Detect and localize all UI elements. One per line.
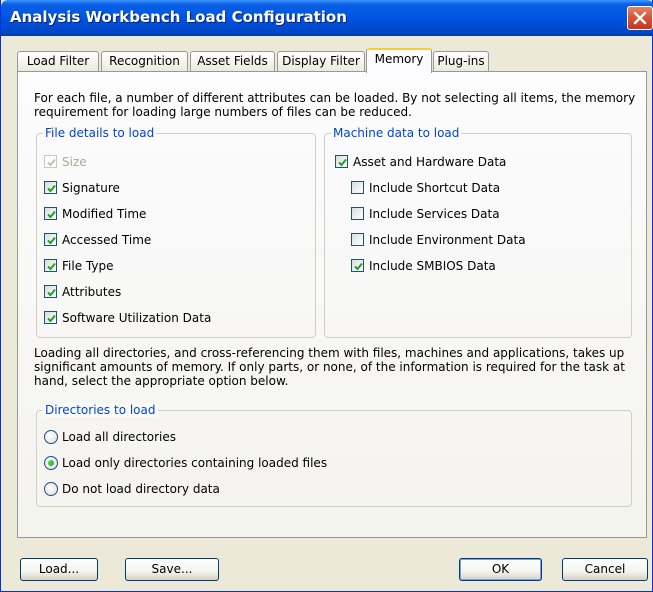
checkmark-icon <box>47 184 56 193</box>
tab-asset-fields[interactable]: Asset Fields <box>190 51 275 72</box>
signature-label: Signature <box>62 181 120 195</box>
tab-memory[interactable]: Memory <box>366 48 432 73</box>
directories-line-2: significant amounts of memory. If only p… <box>34 360 625 374</box>
no-directory-data-label: Do not load directory data <box>62 482 220 496</box>
load-button[interactable]: Load... <box>20 558 98 581</box>
tab-load-filter[interactable]: Load Filter <box>17 51 99 72</box>
ok-button[interactable]: OK <box>459 558 542 581</box>
checkbox-box <box>351 181 364 194</box>
checkmark-icon <box>354 262 363 271</box>
load-all-directories-label: Load all directories <box>62 430 176 444</box>
title-bar[interactable]: Analysis Workbench Load Configuration <box>1 0 653 36</box>
directories-line-3: hand, select the appropriate option belo… <box>34 374 289 388</box>
close-icon <box>633 11 647 25</box>
radio-circle <box>44 430 58 444</box>
window-title: Analysis Workbench Load Configuration <box>10 8 347 26</box>
save-button[interactable]: Save... <box>125 558 219 581</box>
checkbox-box <box>44 181 57 194</box>
services-data-label: Include Services Data <box>369 207 500 221</box>
checkbox-box <box>351 207 364 220</box>
tab-display-filter[interactable]: Display Filter <box>277 51 365 72</box>
checkbox-box <box>44 285 57 298</box>
attributes-label: Attributes <box>62 285 122 299</box>
file-details-legend: File details to load <box>43 126 157 140</box>
radio-selected-dot <box>48 460 54 466</box>
directories-description: Loading all directories, and cross-refer… <box>34 346 625 388</box>
checkmark-icon <box>47 158 56 167</box>
checkbox-box <box>351 259 364 272</box>
checkbox-box <box>44 207 57 220</box>
memory-tab-panel: For each file, a number of different att… <box>17 71 647 538</box>
checkmark-icon <box>47 236 56 245</box>
intro-line-2: requirement for loading large numbers of… <box>34 105 412 119</box>
checkbox-box <box>44 155 57 168</box>
checkbox-box <box>351 233 364 246</box>
modified-time-label: Modified Time <box>62 207 147 221</box>
directories-legend: Directories to load <box>43 403 158 417</box>
checkbox-box <box>44 311 57 324</box>
checkbox-box <box>44 259 57 272</box>
tab-strip: Load Filter Recognition Asset Fields Dis… <box>17 48 647 73</box>
environment-data-label: Include Environment Data <box>369 233 526 247</box>
checkbox-box <box>335 155 348 168</box>
checkmark-icon <box>47 262 56 271</box>
shortcut-data-label: Include Shortcut Data <box>369 181 501 195</box>
size-label: Size <box>62 155 87 169</box>
checkmark-icon <box>47 210 56 219</box>
machine-data-group: Machine data to load Asset and Hardware … <box>324 126 632 338</box>
directories-group: Directories to load Load all directories… <box>36 403 632 507</box>
software-utilization-label: Software Utilization Data <box>62 311 212 325</box>
tab-plug-ins[interactable]: Plug-ins <box>433 51 489 72</box>
radio-circle <box>44 482 58 496</box>
tab-recognition[interactable]: Recognition <box>101 51 188 72</box>
radio-circle <box>44 456 58 470</box>
file-details-group: File details to load Size Signature Modi… <box>36 126 316 338</box>
asset-hardware-label: Asset and Hardware Data <box>353 155 507 169</box>
close-button[interactable] <box>627 6 653 30</box>
accessed-time-label: Accessed Time <box>62 233 152 247</box>
load-containing-directories-label: Load only directories containing loaded … <box>62 456 328 470</box>
checkmark-icon <box>47 314 56 323</box>
dialog-window: Analysis Workbench Load Configuration Lo… <box>0 0 653 592</box>
smbios-data-label: Include SMBIOS Data <box>369 259 496 273</box>
memory-intro-text: For each file, a number of different att… <box>34 91 635 119</box>
file-type-label: File Type <box>62 259 114 273</box>
checkmark-icon <box>47 288 56 297</box>
directories-line-1: Loading all directories, and cross-refer… <box>34 346 625 360</box>
cancel-button[interactable]: Cancel <box>562 558 648 581</box>
checkmark-icon <box>338 158 347 167</box>
intro-line-1: For each file, a number of different att… <box>34 91 636 105</box>
checkbox-box <box>44 233 57 246</box>
machine-data-legend: Machine data to load <box>331 126 462 140</box>
